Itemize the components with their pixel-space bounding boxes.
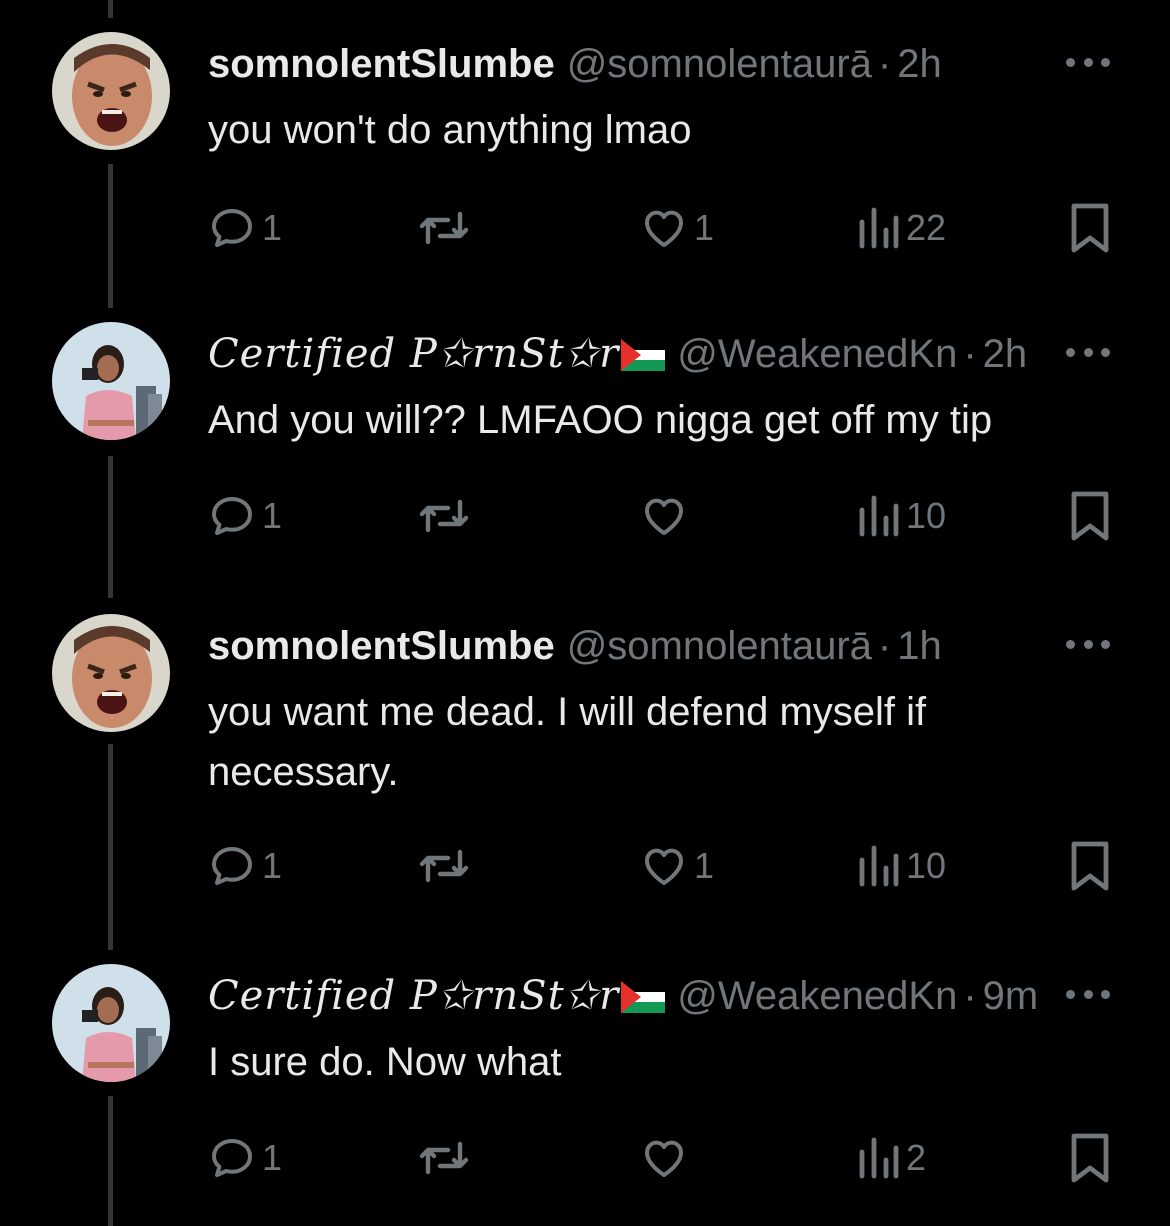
retweet-icon (419, 1141, 469, 1175)
avatar[interactable] (52, 32, 170, 150)
avatar[interactable] (52, 322, 170, 440)
reply-icon (212, 847, 252, 885)
tweet[interactable]: somnolentSlumbe @somnolentaurā · 2h you won… (0, 32, 1170, 282)
timestamp[interactable]: 9m (983, 974, 1039, 1018)
username-handle[interactable]: @WeakenedKn (677, 974, 957, 1018)
views-button[interactable]: 22 (856, 200, 946, 256)
tweet-actions: 1 1 22 (208, 200, 1109, 256)
bookmark-icon (1071, 1133, 1109, 1183)
palestine-flag-icon (621, 981, 666, 1013)
tweet-header: Certified P✩rnSt✩r @WeakenedKn · 2h (208, 328, 1040, 380)
avatar-woman-image (52, 322, 170, 440)
tweet-header: Certified P✩rnSt✩r @WeakenedKn · 9m (208, 970, 1040, 1022)
tweet-actions: 1 2 (208, 1130, 1109, 1186)
analytics-icon (859, 495, 899, 537)
reply-icon (212, 1139, 252, 1177)
retweet-button[interactable] (416, 488, 472, 544)
tweet-header: somnolentSlumbe @somnolentaurā · 1h (208, 620, 1040, 672)
reply-icon (212, 497, 252, 535)
more-icon[interactable] (1066, 44, 1110, 80)
separator-dot: · (963, 332, 977, 376)
tweet-text: you won't do anything lmao (208, 108, 692, 152)
retweet-icon (419, 499, 469, 533)
like-button[interactable] (640, 1130, 694, 1186)
like-count: 1 (694, 845, 715, 886)
reply-count: 1 (262, 845, 283, 886)
view-count: 10 (906, 495, 947, 536)
bookmark-button[interactable] (1068, 488, 1112, 544)
more-icon[interactable] (1066, 976, 1110, 1012)
reply-icon (212, 209, 252, 247)
timestamp[interactable]: 2h (983, 332, 1028, 376)
heart-icon (645, 498, 683, 535)
analytics-icon (859, 207, 899, 249)
like-count: 1 (694, 207, 715, 248)
separator-dot: · (963, 974, 977, 1018)
retweet-icon (419, 211, 469, 245)
avatar-man-image (52, 32, 170, 150)
separator-dot: · (877, 624, 892, 668)
bookmark-icon (1071, 491, 1109, 541)
username-handle[interactable]: @WeakenedKn (677, 332, 957, 376)
like-button[interactable]: 1 (640, 200, 714, 256)
view-count: 22 (906, 207, 947, 248)
analytics-icon (859, 1137, 899, 1179)
reply-button[interactable]: 1 (208, 838, 282, 894)
tweet[interactable]: Certified P✩rnSt✩r @WeakenedKn · 9m I sure … (0, 964, 1170, 1214)
like-button[interactable]: 1 (640, 838, 714, 894)
retweet-icon (419, 849, 469, 883)
bookmark-icon (1071, 203, 1109, 253)
more-icon[interactable] (1066, 334, 1110, 370)
avatar-man-image (52, 614, 170, 732)
tweet-actions: 1 10 (208, 488, 1109, 544)
reply-button[interactable]: 1 (208, 1130, 282, 1186)
reply-count: 1 (262, 1137, 283, 1178)
tweet-header: somnolentSlumbe @somnolentaurā · 2h (208, 38, 1040, 90)
bookmark-button[interactable] (1068, 200, 1112, 256)
heart-icon (645, 848, 683, 885)
thread-line (108, 0, 113, 18)
tweet-actions: 1 1 10 (208, 838, 1109, 894)
reply-button[interactable]: 1 (208, 200, 282, 256)
display-name[interactable]: Certified P✩rnSt✩r (208, 331, 619, 377)
reply-button[interactable]: 1 (208, 488, 282, 544)
bookmark-button[interactable] (1068, 1130, 1112, 1186)
timestamp[interactable]: 1h (897, 624, 942, 668)
retweet-button[interactable] (416, 1130, 472, 1186)
analytics-icon (859, 845, 899, 887)
display-name[interactable]: Certified P✩rnSt✩r (208, 973, 619, 1019)
avatar[interactable] (52, 614, 170, 732)
views-button[interactable]: 2 (856, 1130, 926, 1186)
retweet-button[interactable] (416, 200, 472, 256)
bookmark-button[interactable] (1068, 838, 1112, 894)
bookmark-icon (1071, 841, 1109, 891)
view-count: 10 (906, 845, 947, 886)
more-icon[interactable] (1066, 626, 1110, 662)
views-button[interactable]: 10 (856, 488, 946, 544)
heart-icon (645, 210, 683, 247)
reply-count: 1 (262, 207, 283, 248)
heart-icon (645, 1140, 683, 1177)
tweet-text: I sure do. Now what (208, 1040, 562, 1084)
reply-count: 1 (262, 495, 283, 536)
separator-dot: · (877, 42, 892, 86)
palestine-flag-icon (621, 339, 666, 371)
view-count: 2 (906, 1137, 927, 1178)
tweet-text: And you will?? LMFAOO nigga get off my t… (208, 398, 993, 442)
tweet[interactable]: somnolentSlumbe @somnolentaurā · 1h you wan… (0, 614, 1170, 914)
display-name[interactable]: somnolentSlumbe (208, 42, 555, 86)
views-button[interactable]: 10 (856, 838, 946, 894)
timestamp[interactable]: 2h (897, 42, 942, 86)
username-handle[interactable]: @somnolentaurā (567, 624, 872, 668)
like-button[interactable] (640, 488, 694, 544)
tweet-text: you want me dead. I will defend myself i… (208, 690, 927, 794)
display-name[interactable]: somnolentSlumbe (208, 624, 555, 668)
retweet-button[interactable] (416, 838, 472, 894)
avatar[interactable] (52, 964, 170, 1082)
tweet[interactable]: Certified P✩rnSt✩r @WeakenedKn · 2h And you… (0, 322, 1170, 572)
username-handle[interactable]: @somnolentaurā (567, 42, 872, 86)
avatar-woman-image (52, 964, 170, 1082)
